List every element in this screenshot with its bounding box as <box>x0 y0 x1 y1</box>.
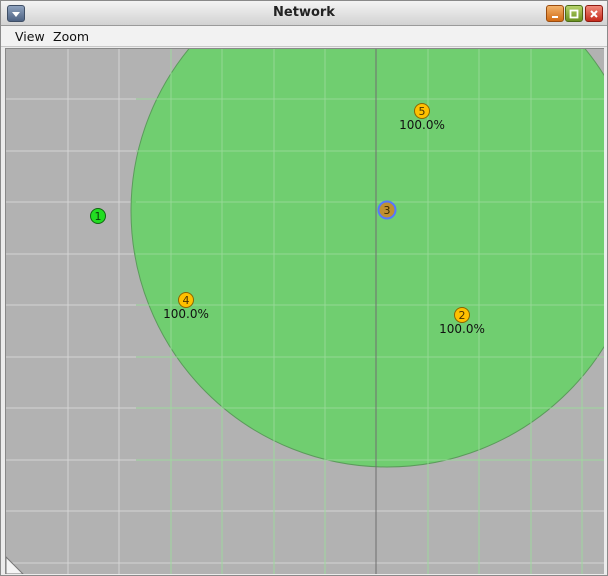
close-icon[interactable] <box>585 5 603 22</box>
node-1-number: 1 <box>95 210 102 223</box>
node-1[interactable]: 1 <box>90 208 106 224</box>
window-title: Network <box>273 5 335 20</box>
node-2[interactable]: 2 <box>454 307 470 323</box>
network-canvas[interactable]: 1 5 3 4 2 100.0% 100.0% 100.0% <box>5 48 604 574</box>
node-2-number: 2 <box>459 309 466 322</box>
menu-bar: View Zoom <box>1 26 607 47</box>
minimize-icon[interactable] <box>546 5 564 22</box>
node-5-number: 5 <box>419 105 426 118</box>
node-2-percent: 100.0% <box>439 322 485 336</box>
network-graph: 1 5 3 4 2 <box>6 49 604 574</box>
node-4-number: 4 <box>183 294 190 307</box>
resize-corner[interactable] <box>6 556 24 574</box>
node-5[interactable]: 5 <box>414 103 430 119</box>
node-4-percent: 100.0% <box>163 307 209 321</box>
node-5-percent: 100.0% <box>399 118 445 132</box>
menu-view[interactable]: View <box>15 29 45 44</box>
network-window: Network View Zoom 1 5 3 4 2 100.0% 100.0… <box>0 0 608 576</box>
coverage-area <box>130 49 604 468</box>
node-3-number: 3 <box>384 204 391 217</box>
menu-zoom[interactable]: Zoom <box>53 29 89 44</box>
node-3[interactable]: 3 <box>377 200 397 220</box>
title-bar[interactable]: Network <box>1 1 607 26</box>
maximize-icon[interactable] <box>565 5 583 22</box>
node-4[interactable]: 4 <box>178 292 194 308</box>
